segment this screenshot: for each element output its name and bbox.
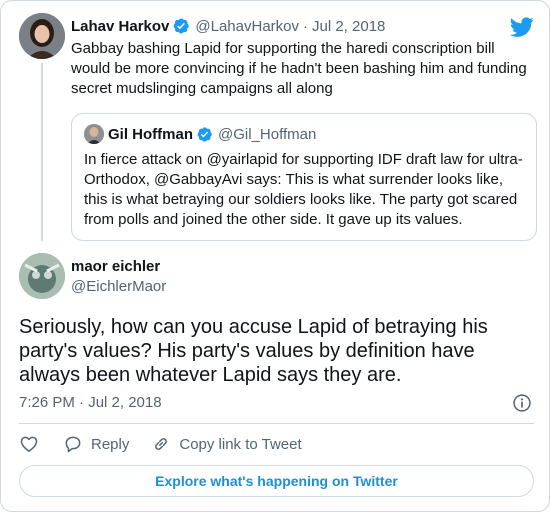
- verified-badge-icon: [174, 18, 190, 34]
- tweet-timestamp[interactable]: 7:26 PM · Jul 2, 2018: [19, 394, 162, 411]
- copy-link-button[interactable]: Copy link to Tweet: [151, 434, 302, 454]
- header-separator: ·: [303, 17, 308, 35]
- like-button[interactable]: [19, 434, 41, 454]
- parent-tweet-header: Lahav Harkov @LahavHarkov · Jul 2, 2018: [71, 16, 385, 36]
- link-icon: [155, 438, 168, 450]
- quoted-author-handle: @Gil_Hoffman: [218, 125, 317, 143]
- divider: [19, 423, 534, 424]
- reply-label: Reply: [91, 435, 130, 453]
- main-tweet-text: Seriously, how can you accuse Lapid of b…: [19, 316, 488, 386]
- quoted-tweet-header: Gil Hoffman @Gil_Hoffman: [108, 124, 316, 144]
- verified-badge-icon: [197, 126, 212, 142]
- tweet-actions: Reply Copy link to Tweet: [19, 433, 324, 455]
- tweet-embed-card: Lahav Harkov @LahavHarkov · Jul 2, 2018 …: [0, 0, 550, 512]
- thread-connector-line: [41, 63, 43, 241]
- quoted-tweet-text: In fierce attack on @yairlapid for suppo…: [84, 151, 523, 228]
- twitter-bird-icon[interactable]: [510, 15, 534, 39]
- quoted-author-name: Gil Hoffman: [108, 125, 193, 143]
- main-author-avatar[interactable]: [19, 253, 65, 299]
- copy-link-label: Copy link to Tweet: [179, 435, 302, 453]
- parent-author-handle[interactable]: @LahavHarkov: [195, 18, 299, 35]
- parent-tweet-text: Gabbay bashing Lapid for supporting the …: [71, 40, 527, 97]
- heart-icon: [20, 436, 38, 452]
- reply-icon: [65, 436, 81, 453]
- quoted-tweet[interactable]: Gil Hoffman @Gil_Hoffman In fierce attac…: [71, 113, 537, 241]
- explore-twitter-button[interactable]: Explore what's happening on Twitter: [19, 465, 534, 497]
- parent-author-avatar[interactable]: [19, 13, 65, 59]
- info-icon[interactable]: [512, 393, 532, 413]
- parent-tweet-date[interactable]: Jul 2, 2018: [312, 18, 385, 35]
- main-author-name[interactable]: maor eichler: [71, 258, 160, 275]
- parent-author-name[interactable]: Lahav Harkov: [71, 18, 169, 35]
- quoted-author-avatar: [84, 124, 104, 144]
- reply-button[interactable]: Reply: [63, 434, 129, 454]
- main-author-handle[interactable]: @EichlerMaor: [71, 278, 166, 295]
